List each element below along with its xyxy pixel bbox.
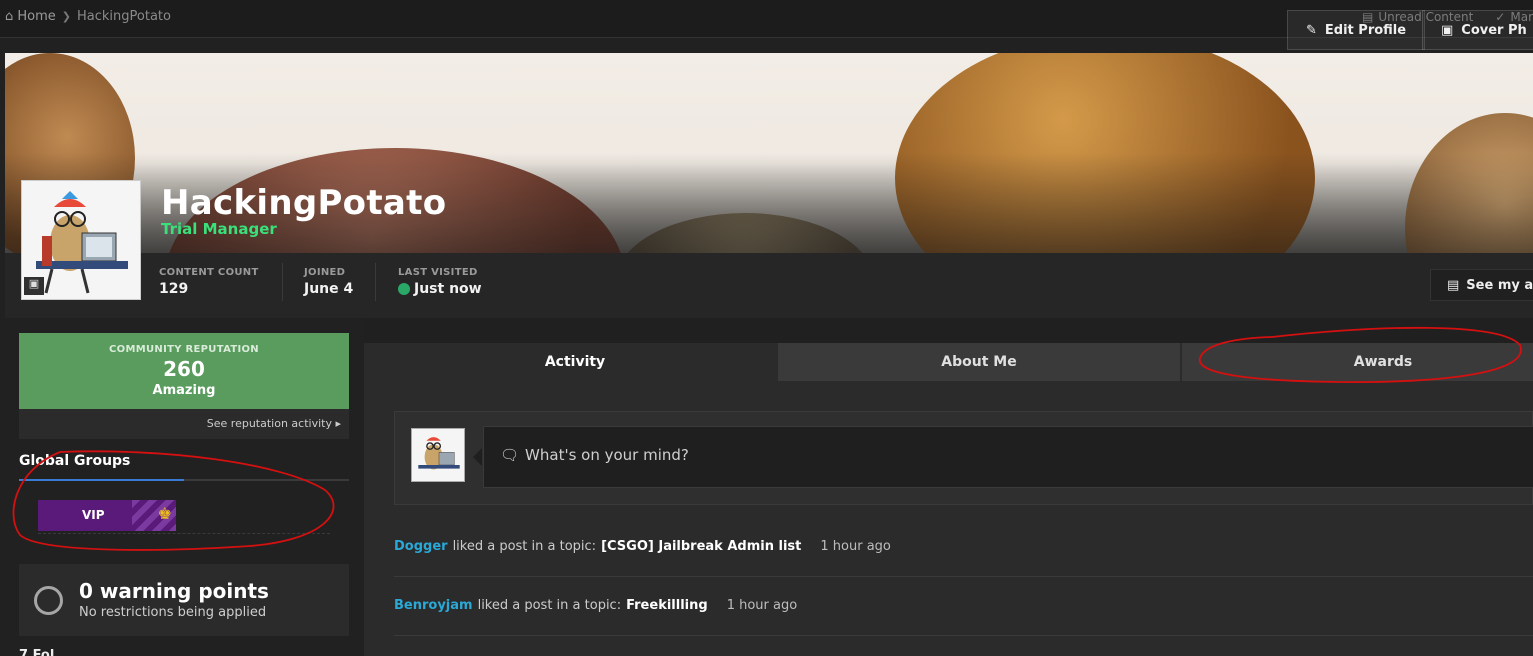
groups-underline-accent [19,479,184,481]
reputation-activity-link-row: See reputation activity ▸ [19,409,349,439]
community-reputation: COMMUNITY REPUTATION 260 Amazing [19,333,349,409]
speech-bubble-icon: 🗨 [500,446,520,464]
status-update-box: 🗨 What's on your mind? [394,411,1533,505]
stat-content-count: CONTENT COUNT 129 [159,267,259,297]
avatar-edit-button[interactable]: ▣ [24,277,44,295]
chevron-right-icon: ❯ [61,10,72,23]
tab-about-me[interactable]: About Me [778,343,1180,381]
stat-divider [375,263,376,301]
status-avatar [411,428,465,482]
activity-divider [394,576,1533,577]
profile-user-title: Trial Manager [161,220,277,238]
status-input[interactable]: 🗨 What's on your mind? [483,426,1533,488]
caret-right-icon: ▸ [335,417,341,430]
image-icon: ▣ [28,277,40,290]
main-panel-top [364,318,1533,343]
activity-topic-link[interactable]: Freekillling [626,598,708,613]
stat-divider [282,263,283,301]
stat-joined: JOINED June 4 [304,267,354,297]
global-groups-title: Global Groups [19,453,131,469]
warning-ring-icon [34,586,63,615]
home-icon: ⌂ [5,9,14,24]
breadcrumb-current: HackingPotato [77,9,171,24]
online-status-icon [398,283,410,295]
groups-divider [38,533,330,534]
newspaper-icon: ▤ [1447,277,1460,293]
cover-photo-button[interactable]: ▣ Cover Ph [1422,10,1533,50]
activity-user-link[interactable]: Benroyjam [394,598,473,613]
see-reputation-activity-link[interactable]: See reputation activity ▸ [207,417,341,430]
followers-heading: 7 Fol... [19,648,70,656]
status-input-pointer [473,448,482,466]
activity-user-link[interactable]: Dogger [394,539,448,554]
groups-underline [19,479,349,481]
tab-awards[interactable]: Awards [1182,343,1533,381]
activity-time: 1 hour ago [726,598,798,613]
edit-profile-button[interactable]: ✎ Edit Profile [1287,10,1426,50]
profile-stats-bar: CONTENT COUNT 129 JOINED June 4 LAST VIS… [5,253,1533,318]
activity-item: Dogger liked a post in a topic: [CSGO] J… [394,539,891,554]
pencil-icon: ✎ [1306,22,1317,38]
activity-item: Benroyjam liked a post in a topic: Freek… [394,598,798,613]
stat-last-visited: LAST VISITED Just now [398,267,482,297]
see-my-activity-button[interactable]: ▤ See my act [1430,269,1533,301]
activity-time: 1 hour ago [820,539,891,554]
breadcrumb-home[interactable]: ⌂ Home [5,9,56,24]
breadcrumb: ⌂ Home ❯ HackingPotato [5,9,171,24]
profile-username: HackingPotato [161,183,447,223]
tab-activity[interactable]: Activity [374,343,776,381]
activity-topic-link[interactable]: [CSGO] Jailbreak Admin list [601,539,801,554]
avatar-image [412,429,464,481]
warning-points-panel: 0 warning points No restrictions being a… [19,564,349,636]
image-icon: ▣ [1441,22,1454,38]
profile-tabs: Activity About Me Awards [374,343,1533,381]
vip-group-badge: VIP ♚ [38,500,176,531]
activity-divider [394,635,1533,636]
trophy-icon: ♚ [157,504,172,523]
